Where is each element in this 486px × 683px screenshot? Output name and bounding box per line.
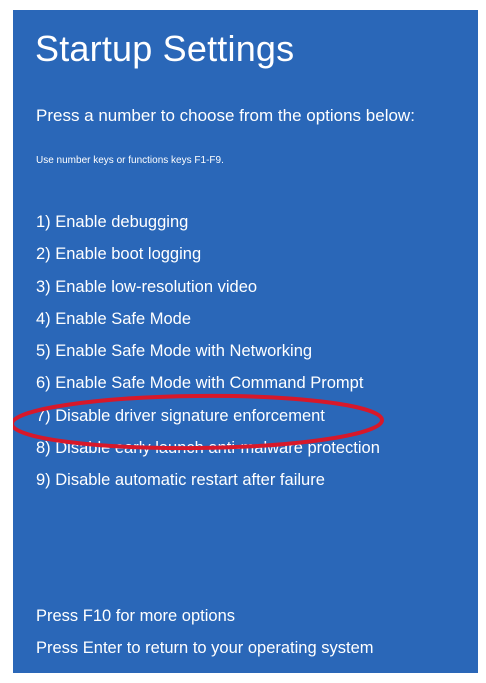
option-safe-mode-networking[interactable]: 5) Enable Safe Mode with Networking [36,335,380,367]
page-title: Startup Settings [35,28,295,69]
instructions-text: Press a number to choose from the option… [36,106,415,125]
key-hint-text: Use number keys or functions keys F1-F9. [36,155,224,166]
option-safe-mode-command-prompt[interactable]: 6) Enable Safe Mode with Command Prompt [36,367,380,399]
more-options-prompt[interactable]: Press F10 for more options [36,600,374,632]
footer: Press F10 for more options Press Enter t… [36,600,374,664]
option-disable-driver-signature-enforcement[interactable]: 7) Disable driver signature enforcement [36,400,380,432]
option-enable-boot-logging[interactable]: 2) Enable boot logging [36,238,380,270]
options-list: 1) Enable debugging 2) Enable boot loggi… [36,206,380,497]
option-enable-debugging[interactable]: 1) Enable debugging [36,206,380,238]
option-enable-low-resolution-video[interactable]: 3) Enable low-resolution video [36,271,380,303]
return-to-os-prompt[interactable]: Press Enter to return to your operating … [36,632,374,664]
option-enable-safe-mode[interactable]: 4) Enable Safe Mode [36,303,380,335]
startup-settings-screen: Startup Settings Press a number to choos… [13,10,478,673]
option-disable-automatic-restart[interactable]: 9) Disable automatic restart after failu… [36,464,380,496]
option-disable-early-launch-anti-malware[interactable]: 8) Disable early launch anti-malware pro… [36,432,380,464]
